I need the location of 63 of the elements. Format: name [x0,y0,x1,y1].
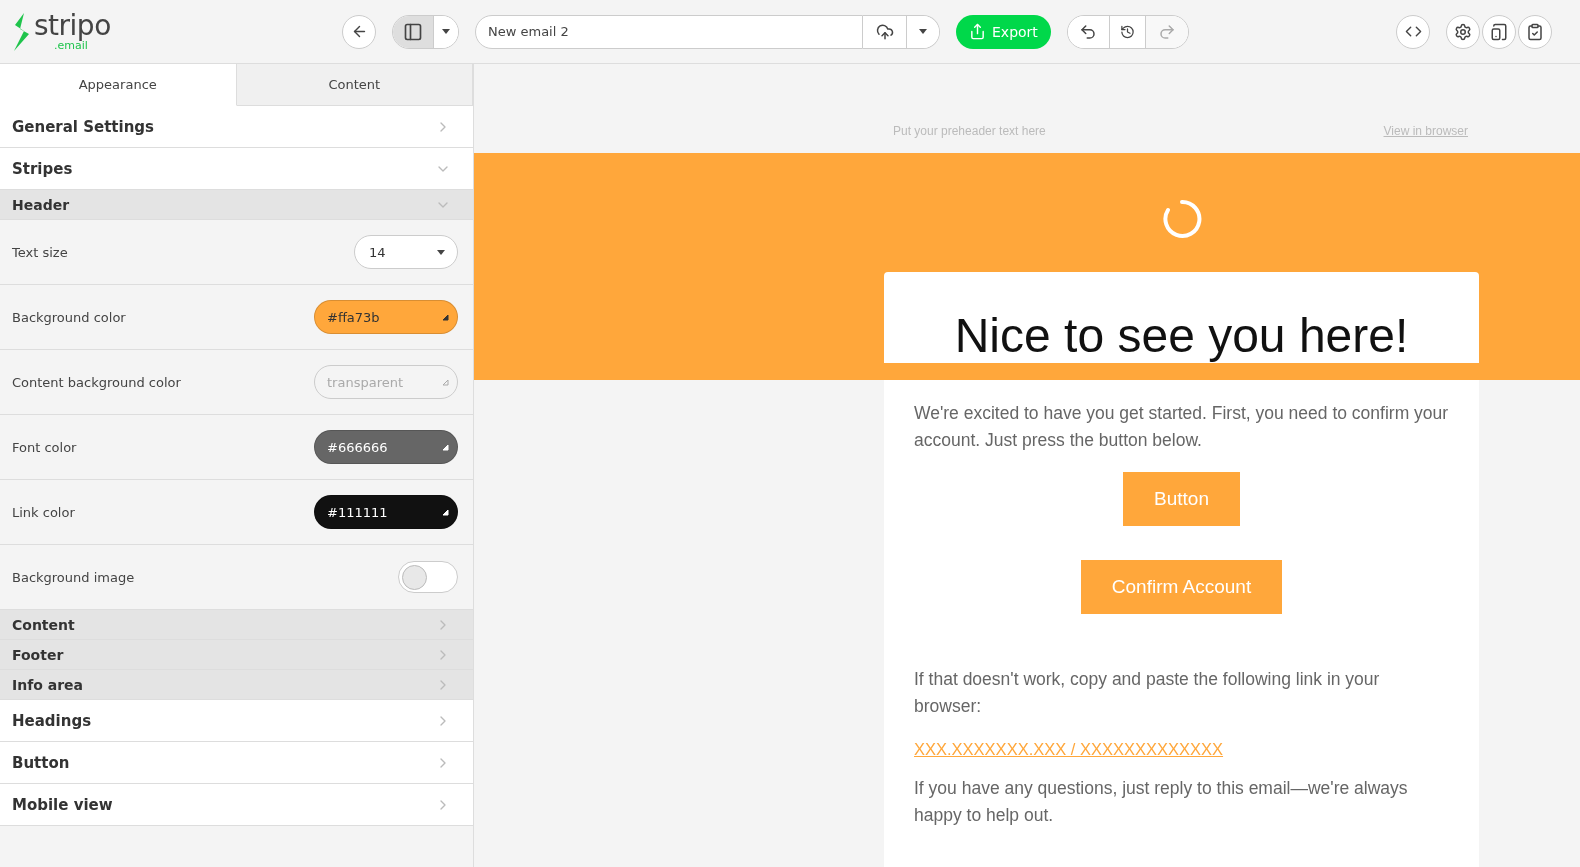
section-header[interactable]: Button [0,742,473,784]
setting-label: Text size [12,244,68,260]
logo-text: stripo [34,12,111,40]
caret-icon [442,29,450,34]
body-paragraph: If you have any questions, just reply to this email—we're always happy to help out. [914,777,1409,827]
panel-tab[interactable]: Content [236,64,473,106]
color-field[interactable]: #666666 [314,430,458,464]
setting-label: Content background color [12,374,181,390]
body-paragraph: If that doesn't work, copy and paste the following link in your browser: [914,668,1381,718]
undo-button[interactable] [1067,15,1110,48]
section-title: Info area [12,676,84,693]
section-title: Stripes [12,159,73,178]
corner-icon [442,443,449,451]
section-header[interactable]: Header [0,190,473,220]
preheader-text: Put your preheader text here [893,124,1046,138]
code-button[interactable] [1396,14,1430,49]
toggle-switch[interactable] [398,561,458,593]
logo-suffix: .email [54,40,88,51]
layout-toggle[interactable] [393,15,434,48]
section-title: Footer [12,646,64,663]
settings-icon [1454,22,1472,41]
cloud-upload-icon [875,22,894,41]
color-field[interactable]: #111111 [314,495,458,529]
section-header[interactable]: Content [0,610,473,640]
devices-icon [1490,22,1508,41]
color-field[interactable]: #ffa73b [314,300,458,334]
caret-icon [919,29,927,34]
section-title: Header [12,196,70,213]
corner-icon [442,313,449,321]
section-header[interactable]: General Settings [0,106,473,148]
panel-icon [403,21,423,42]
device-preview-button[interactable] [1482,14,1516,49]
section-header[interactable]: Stripes [0,148,473,190]
text-size-select[interactable]: 14 [354,235,458,269]
section-header[interactable]: Mobile view [0,784,473,826]
section-header[interactable]: Headings [0,700,473,742]
section-title: Content [12,616,75,633]
body-paragraph: We're excited to have you get started. First, you need to confirm your account. Just press the button below. [914,402,1449,452]
back-button[interactable] [342,14,376,49]
caret-icon [437,249,445,255]
undo-icon [1079,22,1098,41]
setting-label: Link color [12,504,75,520]
corner-icon [442,508,449,516]
corner-icon [442,378,449,386]
bolt-logo-icon [12,12,32,51]
email-title: Nice to see you here! [953,308,1410,363]
spinner-icon [1161,199,1202,239]
section-title: Mobile view [12,795,113,814]
clipboard-button[interactable] [1518,14,1552,49]
section-header[interactable]: Info area [0,670,473,700]
email-name-field[interactable]: New email 2 [475,14,863,49]
settings-button[interactable] [1446,14,1480,49]
setting-label: Background color [12,309,126,325]
section-title: Headings [12,711,92,730]
clipboard-check-icon [1526,22,1544,41]
export-icon [969,23,986,40]
panel-tab[interactable]: Appearance [0,64,237,106]
section-title: General Settings [12,117,155,136]
setting-label: Background image [12,569,135,585]
section-header[interactable]: Footer [0,640,473,670]
section-title: Button [12,753,70,772]
setting-label: Font color [12,439,77,455]
redo-icon [1157,22,1176,41]
